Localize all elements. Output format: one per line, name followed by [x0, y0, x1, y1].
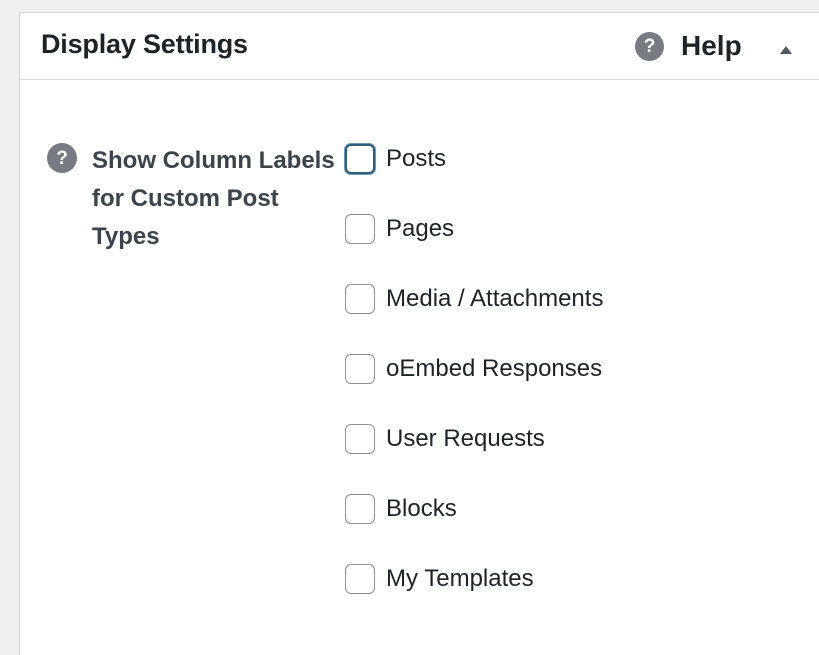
panel-header: Display Settings ? Help	[20, 13, 819, 80]
help-label: Help	[681, 30, 742, 61]
option-label: Blocks	[386, 495, 457, 522]
field-label: Show Column Labels for Custom Post Types	[92, 147, 335, 250]
display-settings-panel: Display Settings ? Help ? Show Column La…	[19, 12, 819, 655]
option-pages[interactable]: Pages	[345, 212, 603, 282]
caret-up-icon[interactable]	[780, 46, 792, 54]
help-toggle-button[interactable]: ? Help	[635, 30, 742, 62]
my-templates-checkbox[interactable]	[345, 564, 375, 594]
question-circle-icon[interactable]: ?	[47, 143, 77, 173]
option-media-attachments[interactable]: Media / Attachments	[345, 282, 603, 352]
panel-title: Display Settings	[41, 29, 248, 59]
option-label: Pages	[386, 215, 455, 242]
pages-checkbox[interactable]	[345, 214, 375, 244]
option-my-templates[interactable]: My Templates	[345, 562, 603, 632]
blocks-checkbox[interactable]	[345, 494, 375, 524]
option-oembed-responses[interactable]: oEmbed Responses	[345, 352, 603, 422]
media-attachments-checkbox[interactable]	[345, 284, 375, 314]
option-posts[interactable]: Posts	[345, 142, 603, 212]
option-label: Posts	[386, 145, 447, 172]
post-type-options: Posts Pages Media / Attachments oEmbed R…	[345, 142, 603, 632]
option-label: Media / Attachments	[386, 285, 604, 312]
question-circle-icon: ?	[635, 31, 664, 61]
option-label: oEmbed Responses	[386, 355, 603, 382]
option-user-requests[interactable]: User Requests	[345, 422, 603, 492]
user-requests-checkbox[interactable]	[345, 424, 375, 454]
posts-checkbox[interactable]	[345, 144, 375, 174]
option-label: My Templates	[386, 565, 534, 592]
option-label: User Requests	[386, 425, 545, 452]
oembed-responses-checkbox[interactable]	[345, 354, 375, 384]
option-blocks[interactable]: Blocks	[345, 492, 603, 562]
